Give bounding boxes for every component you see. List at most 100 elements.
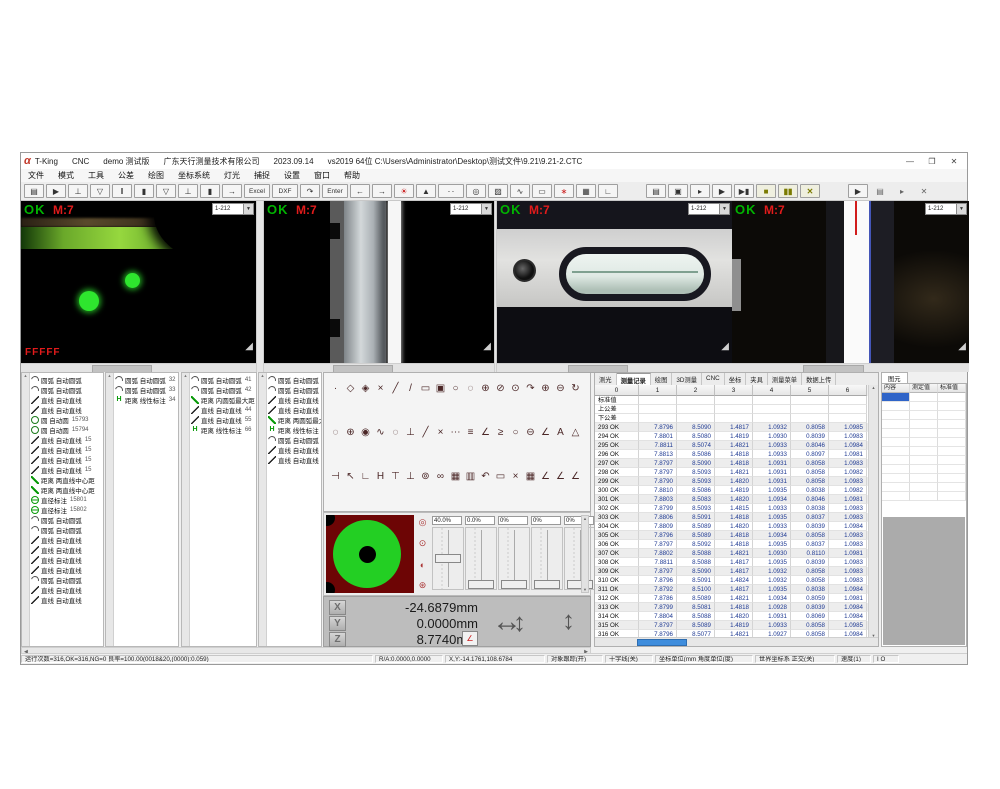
toolbar-jog-left-icon[interactable]: ← <box>350 184 370 198</box>
elements-row[interactable] <box>882 492 966 501</box>
palette-tool-1-7-icon[interactable]: ▭ <box>418 382 433 396</box>
elements-row[interactable] <box>882 474 966 483</box>
elements-row[interactable] <box>882 465 966 474</box>
tab-测量菜单[interactable]: 测量菜单 <box>768 373 802 385</box>
toolbar-jog-right-icon[interactable]: → <box>372 184 392 198</box>
toolbar-fixture-down-icon[interactable]: ▽ <box>156 184 176 198</box>
feature-item[interactable]: 圆 自动圆15794 <box>31 425 103 435</box>
elements-cell[interactable] <box>910 447 938 456</box>
menu-item-5[interactable]: 绘图 <box>141 170 171 181</box>
palette-tool-1-4-icon[interactable]: × <box>373 382 388 396</box>
palette-tool-3-1-icon[interactable]: ⊣ <box>328 470 343 484</box>
palette-tool-2-4-icon[interactable]: ∿ <box>373 426 388 440</box>
elements-row[interactable] <box>882 411 966 420</box>
table-row[interactable]: 298 OK7.87978.50931.48211.09310.80581.09… <box>595 468 878 477</box>
palette-tool-2-15-icon[interactable]: ∠ <box>538 426 553 440</box>
table-row[interactable]: 293 OK7.87968.50901.48171.09320.80581.09… <box>595 423 878 432</box>
camera-2-image[interactable]: OK M:7 1-212 ▼ ◢ <box>264 201 494 364</box>
palette-tool-2-8-icon[interactable]: × <box>433 426 448 440</box>
menu-item-4[interactable]: 公差 <box>111 170 141 181</box>
table-row[interactable]: 300 OK7.88108.50861.48191.09350.80381.09… <box>595 486 878 495</box>
feature-item[interactable]: 直线 自动直线15 <box>31 435 103 445</box>
light-slider-thumb[interactable] <box>435 554 461 563</box>
palette-tool-3-8-icon[interactable]: ∞ <box>433 470 448 484</box>
menu-item-1[interactable]: 文件 <box>21 170 51 181</box>
tab-3D测量[interactable]: 3D测量 <box>672 373 702 385</box>
elements-cell[interactable] <box>938 411 966 420</box>
elements-row[interactable] <box>882 402 966 411</box>
feature-item[interactable]: 圆弧 自动圆弧32 <box>115 375 178 385</box>
palette-tool-2-13-icon[interactable]: ○ <box>508 426 523 440</box>
palette-tool-3-2-icon[interactable]: ↖ <box>343 470 358 484</box>
toolbar-blank-box-icon[interactable]: ▭ <box>532 184 552 198</box>
light-slider-track[interactable] <box>564 527 596 590</box>
feature-item[interactable]: 直线 自动直线 <box>31 395 103 405</box>
light-mode-icon-2[interactable]: ⊙ <box>419 538 427 549</box>
light-slider-1[interactable]: 40.0% <box>432 516 462 592</box>
chevron-down-icon[interactable]: ▼ <box>481 204 491 214</box>
elements-cell[interactable] <box>938 420 966 429</box>
light-slider-2[interactable]: 0.0% <box>465 516 495 592</box>
elements-cell[interactable] <box>938 483 966 492</box>
palette-tool-1-11-icon[interactable]: ⊕ <box>478 382 493 396</box>
light-slider-5[interactable]: 0% <box>564 516 594 592</box>
palette-tool-3-15-icon[interactable]: ∠ <box>538 470 553 484</box>
feature-item[interactable]: 圆弧 自动圆弧 <box>31 375 103 385</box>
elements-cell[interactable] <box>882 402 910 411</box>
palette-tool-2-7-icon[interactable]: ╱ <box>418 426 433 440</box>
feature-item[interactable]: 直线 自动直线 <box>31 405 103 415</box>
palette-tool-3-17-icon[interactable]: ∠ <box>568 470 583 484</box>
palette-tool-2-5-icon[interactable]: ◌ <box>388 426 403 440</box>
elements-cell[interactable] <box>910 492 938 501</box>
toolbar-pause-icon[interactable]: ▮▮ <box>778 184 798 198</box>
camera-3-image[interactable]: OK M:7 1-212 ▼ ◢ <box>497 201 732 364</box>
feature-item[interactable]: 圆弧 自动圆弧41 <box>191 375 256 385</box>
menu-item-2[interactable]: 模式 <box>51 170 81 181</box>
table-row[interactable]: 306 OK7.87978.50921.48181.09350.80371.09… <box>595 540 878 549</box>
table-row[interactable]: 301 OK7.88038.50831.48201.09340.80461.09… <box>595 495 878 504</box>
toolbar-save-small-icon[interactable]: ▤ <box>870 184 890 198</box>
maximize-button[interactable]: ❐ <box>921 153 943 169</box>
camera-3-resize-icon[interactable]: ◢ <box>721 341 729 352</box>
camera-view-1[interactable]: OK M:7 FFFFF 1-212 ▼ ◢ <box>21 201 256 372</box>
feature-item[interactable]: 圆弧 自动圆弧42 <box>191 385 256 395</box>
table-row[interactable]: 315 OK7.87978.50891.48191.09330.80581.09… <box>595 621 878 630</box>
toolbar-open-small-icon[interactable]: ▸ <box>892 184 912 198</box>
camera-1-resize-icon[interactable]: ◢ <box>245 341 253 352</box>
feature-item[interactable]: 圆弧 自动圆弧 <box>31 515 103 525</box>
palette-tool-3-6-icon[interactable]: ⊥ <box>403 470 418 484</box>
toolbar-fixture-up-icon[interactable]: ▽ <box>90 184 110 198</box>
elements-row[interactable] <box>882 438 966 447</box>
table-row[interactable]: 299 OK7.87908.50931.48201.09310.80581.09… <box>595 477 878 486</box>
palette-tool-2-11-icon[interactable]: ∠ <box>478 426 493 440</box>
palette-tool-1-13-icon[interactable]: ⊙ <box>508 382 523 396</box>
palette-tool-1-15-icon[interactable]: ⊕ <box>538 382 553 396</box>
tab-CNC[interactable]: CNC <box>702 373 725 385</box>
palette-tool-1-14-icon[interactable]: ↷ <box>523 382 538 396</box>
table-row[interactable]: 310 OK7.87968.50911.48241.09320.80581.09… <box>595 576 878 585</box>
elements-column-header[interactable]: 测定值 <box>910 384 938 393</box>
palette-tool-3-4-icon[interactable]: H <box>373 470 388 484</box>
table-row[interactable]: 308 OK7.88118.50881.48171.09350.80391.09… <box>595 558 878 567</box>
table-column-header[interactable]: 3 <box>715 385 753 396</box>
menu-item-10[interactable]: 窗口 <box>307 170 337 181</box>
feature-list-scrollbar[interactable]: ▲ <box>22 373 30 646</box>
toolbar-probe-icon[interactable]: ⊥ <box>68 184 88 198</box>
light-slider-track[interactable] <box>498 527 530 590</box>
feature-item[interactable]: 圆弧 自动圆弧56 <box>268 435 321 445</box>
camera-1-hscrollbar[interactable] <box>21 363 256 372</box>
toolbar-stop-icon[interactable]: ■ <box>756 184 776 198</box>
elements-cell[interactable] <box>910 402 938 411</box>
menu-item-9[interactable]: 设置 <box>277 170 307 181</box>
feature-item[interactable]: 圆弧 自动圆弧51 <box>268 375 321 385</box>
elements-cell[interactable] <box>938 492 966 501</box>
menu-item-11[interactable]: 帮助 <box>337 170 367 181</box>
camera-4-zoom-dropdown[interactable]: 1-212 ▼ <box>925 203 967 215</box>
feature-list-scrollbar[interactable]: ▲ <box>259 373 267 646</box>
table-row[interactable]: 314 OK7.88048.50881.48201.09310.80691.09… <box>595 612 878 621</box>
toolbar-chart-box-icon[interactable]: ∟ <box>598 184 618 198</box>
table-row[interactable]: 302 OK7.87998.50931.48151.09330.80381.09… <box>595 504 878 513</box>
feature-item[interactable]: 直线 自动直线 <box>31 545 103 555</box>
feature-item[interactable]: H距离 线性标注34 <box>115 395 178 405</box>
toolbar-run-play-icon[interactable]: ▶ <box>712 184 732 198</box>
